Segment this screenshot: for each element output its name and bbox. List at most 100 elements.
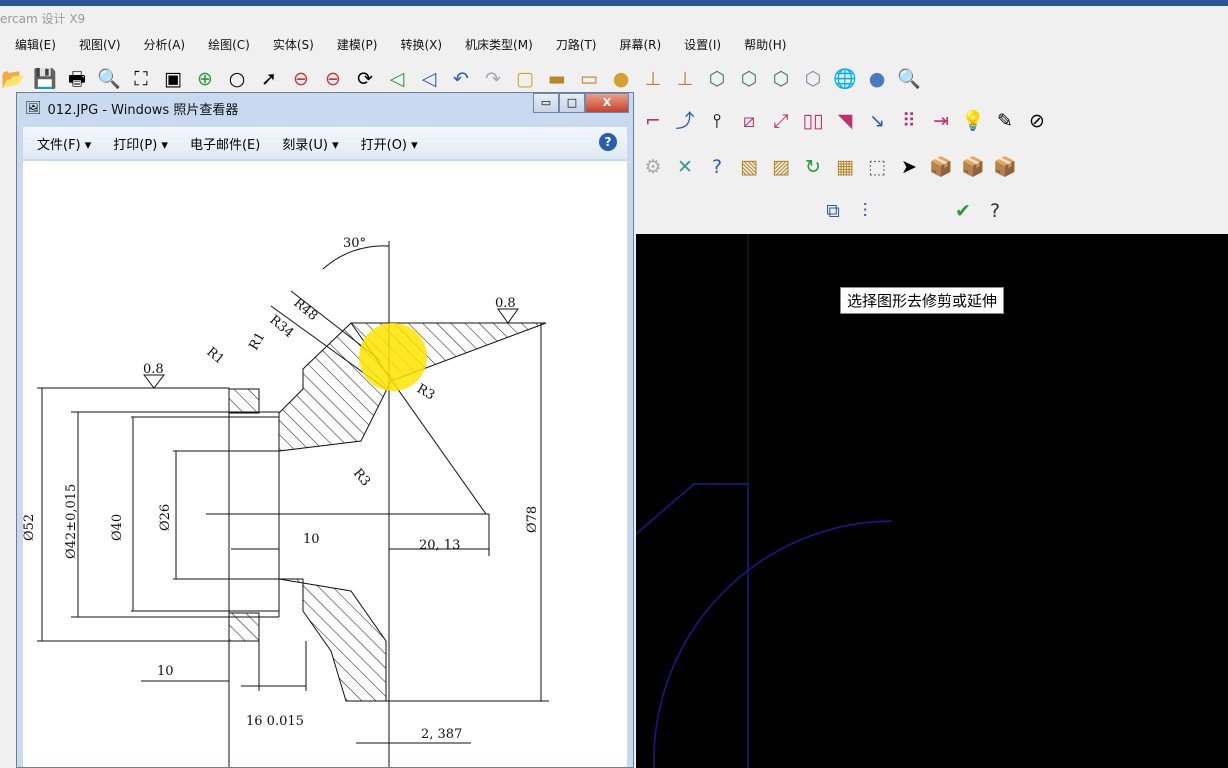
view-iso-icon[interactable]: ⬡ (704, 66, 730, 92)
rotate-icon[interactable]: ⟳ (352, 66, 378, 92)
menu-settings[interactable]: 设置(I) (669, 34, 729, 56)
viewer-menu-email[interactable]: 电子邮件(E) (190, 134, 260, 153)
menu-help[interactable]: 帮助(H) (729, 34, 794, 56)
unzoom-previous-icon[interactable]: ⊖ (288, 66, 314, 92)
join-icon[interactable]: ⫯ (704, 108, 730, 134)
ribbon-bar: ⧉ ⫶ ✔ ? (820, 198, 1008, 224)
viewer-menu-open[interactable]: 打开(O) ▾ (361, 134, 418, 153)
zoom-window-icon[interactable]: ⊕ (192, 66, 218, 92)
r3-upper-label: R3 (414, 381, 437, 403)
select-only-icon[interactable]: ▨ (768, 154, 794, 180)
shape-rect-icon[interactable]: ▢ (512, 66, 538, 92)
prompt-tooltip: 选择图形去修剪或延伸 (840, 287, 1005, 314)
divide-icon[interactable]: ⫶ (852, 198, 878, 224)
toolbar-row-1: 📂 💾 🖶 🔍 ⛶ ▣ ⊕ ○ ➚ ⊖ ⊖ ⟳ ◁ ◁ ↶ ↷ ▢ ▬ ▭ ● … (0, 66, 922, 92)
r3-lower-label: R3 (350, 466, 373, 489)
zoom-pointer-icon[interactable]: ➚ (256, 66, 282, 92)
break-icon[interactable]: ⤴ (672, 108, 698, 134)
roughness-left: 0.8 (143, 362, 164, 377)
width-16-label: 16 0.015 (246, 714, 304, 729)
solid-select-icon[interactable]: 📦 (928, 154, 954, 180)
note-icon[interactable]: ✎ (992, 108, 1018, 134)
zoom-target-icon[interactable]: ○ (224, 66, 250, 92)
redo-icon[interactable]: ↷ (480, 66, 506, 92)
open-icon[interactable]: 📂 (0, 66, 26, 92)
extrude2-icon[interactable]: ⊥ (672, 66, 698, 92)
trim-icon[interactable]: ⌐ (640, 108, 666, 134)
menu-draw[interactable]: 绘图(C) (193, 34, 258, 56)
view-previous-icon[interactable]: ◁ (384, 66, 410, 92)
menu-screen[interactable]: 屏幕(R) (604, 34, 669, 56)
menu-toolpaths[interactable]: 刀路(T) (541, 34, 605, 56)
app-title: ercam 设计 X9 (0, 12, 86, 26)
ok-icon[interactable]: ✔ (950, 198, 976, 224)
width-10-lower: 10 (157, 664, 174, 679)
gear-icon[interactable]: ⚙ (640, 154, 666, 180)
menu-edit[interactable]: 编辑(E) (0, 34, 64, 56)
shape-slot-icon[interactable]: ▭ (576, 66, 602, 92)
view-named-icon[interactable]: ◁ (416, 66, 442, 92)
no-icon[interactable]: ⊘ (1024, 108, 1050, 134)
select-all-icon[interactable]: ▧ (736, 154, 762, 180)
save-icon[interactable]: 💾 (32, 66, 58, 92)
delete-icon[interactable]: ✕ (672, 154, 698, 180)
extend-icon[interactable]: ⤢ (768, 108, 794, 134)
close-button[interactable]: X (585, 93, 629, 113)
box2-icon[interactable]: 📦 (992, 154, 1018, 180)
translate-icon[interactable]: ⇥ (928, 108, 954, 134)
viewer-menu-file[interactable]: 文件(F) ▾ (37, 134, 91, 153)
refresh-icon[interactable]: ↻ (800, 154, 826, 180)
cad-geometry (636, 234, 893, 768)
d26-label: Ø26 (158, 504, 173, 531)
shading-icon[interactable]: ● (864, 66, 890, 92)
viewer-menu-print[interactable]: 打印(P) ▾ (113, 134, 168, 153)
print-icon[interactable]: 🖶 (64, 66, 90, 92)
r48-label: R48 (290, 296, 320, 324)
shape-bar-icon[interactable]: ▬ (544, 66, 570, 92)
menu-xform[interactable]: 转换(X) (385, 34, 450, 56)
undo-icon[interactable]: ↶ (448, 66, 474, 92)
window-select-icon[interactable]: ▦ (832, 154, 858, 180)
viewer-help-icon[interactable]: ? (599, 133, 617, 151)
toolbar-row-2: ⌐ ⤴ ⫯ ⧄ ⤢ ▯▯ ◥ ↘ ⠿ ⇥ 💡 ✎ ⊘ (640, 108, 1050, 134)
light-icon[interactable]: 💡 (960, 108, 986, 134)
extrude-icon[interactable]: ⊥ (640, 66, 666, 92)
trim-mode-icon[interactable]: ⧉ (820, 198, 846, 224)
view-right-icon[interactable]: ⬡ (800, 66, 826, 92)
unzoom-icon[interactable]: ⊖ (320, 66, 346, 92)
help-button-icon[interactable]: ? (982, 198, 1008, 224)
viewer-menu-burn[interactable]: 刻录(U) ▾ (282, 134, 338, 153)
menu-analyze[interactable]: 分析(A) (129, 34, 194, 56)
menu-machine-type[interactable]: 机床类型(M) (450, 34, 541, 56)
menu-view[interactable]: 视图(V) (64, 34, 129, 56)
offset-icon[interactable]: ↘ (864, 108, 890, 134)
repaint-icon[interactable]: ▣ (160, 66, 186, 92)
dashed-select-icon[interactable]: ⬚ (864, 154, 890, 180)
point-icon[interactable]: ● (608, 66, 634, 92)
menu-model[interactable]: 建模(P) (322, 34, 386, 56)
pointer-icon[interactable]: ➤ (896, 154, 922, 180)
d52-label: Ø52 (23, 514, 37, 541)
maximize-button[interactable]: □ (559, 93, 585, 113)
project-icon[interactable]: ◥ (832, 108, 858, 134)
help-icon[interactable]: ? (704, 154, 730, 180)
print-preview-icon[interactable]: 🔍 (96, 66, 122, 92)
modify-length-icon[interactable]: ⧄ (736, 108, 762, 134)
image-icon: 🖼 (25, 101, 42, 116)
profile-line (636, 483, 749, 768)
view-front-icon[interactable]: ⬡ (768, 66, 794, 92)
r1-right-label: R1 (246, 330, 268, 353)
menu-solids[interactable]: 实体(S) (258, 34, 322, 56)
d40-label: Ø40 (110, 514, 125, 541)
array-icon[interactable]: ⠿ (896, 108, 922, 134)
graphics-area[interactable] (636, 234, 1228, 768)
mirror-icon[interactable]: ▯▯ (800, 108, 826, 134)
minimize-button[interactable]: ▭ (533, 93, 559, 113)
globe-icon[interactable]: 🌐 (832, 66, 858, 92)
viewer-menu-bar: 文件(F) ▾ 打印(P) ▾ 电子邮件(E) 刻录(U) ▾ 打开(O) ▾ … (23, 127, 627, 159)
d42-label: Ø42±0,015 (64, 484, 79, 559)
fit-icon[interactable]: ⛶ (128, 66, 154, 92)
box-icon[interactable]: 📦 (960, 154, 986, 180)
search-icon[interactable]: 🔍 (896, 66, 922, 92)
view-top-icon[interactable]: ⬡ (736, 66, 762, 92)
